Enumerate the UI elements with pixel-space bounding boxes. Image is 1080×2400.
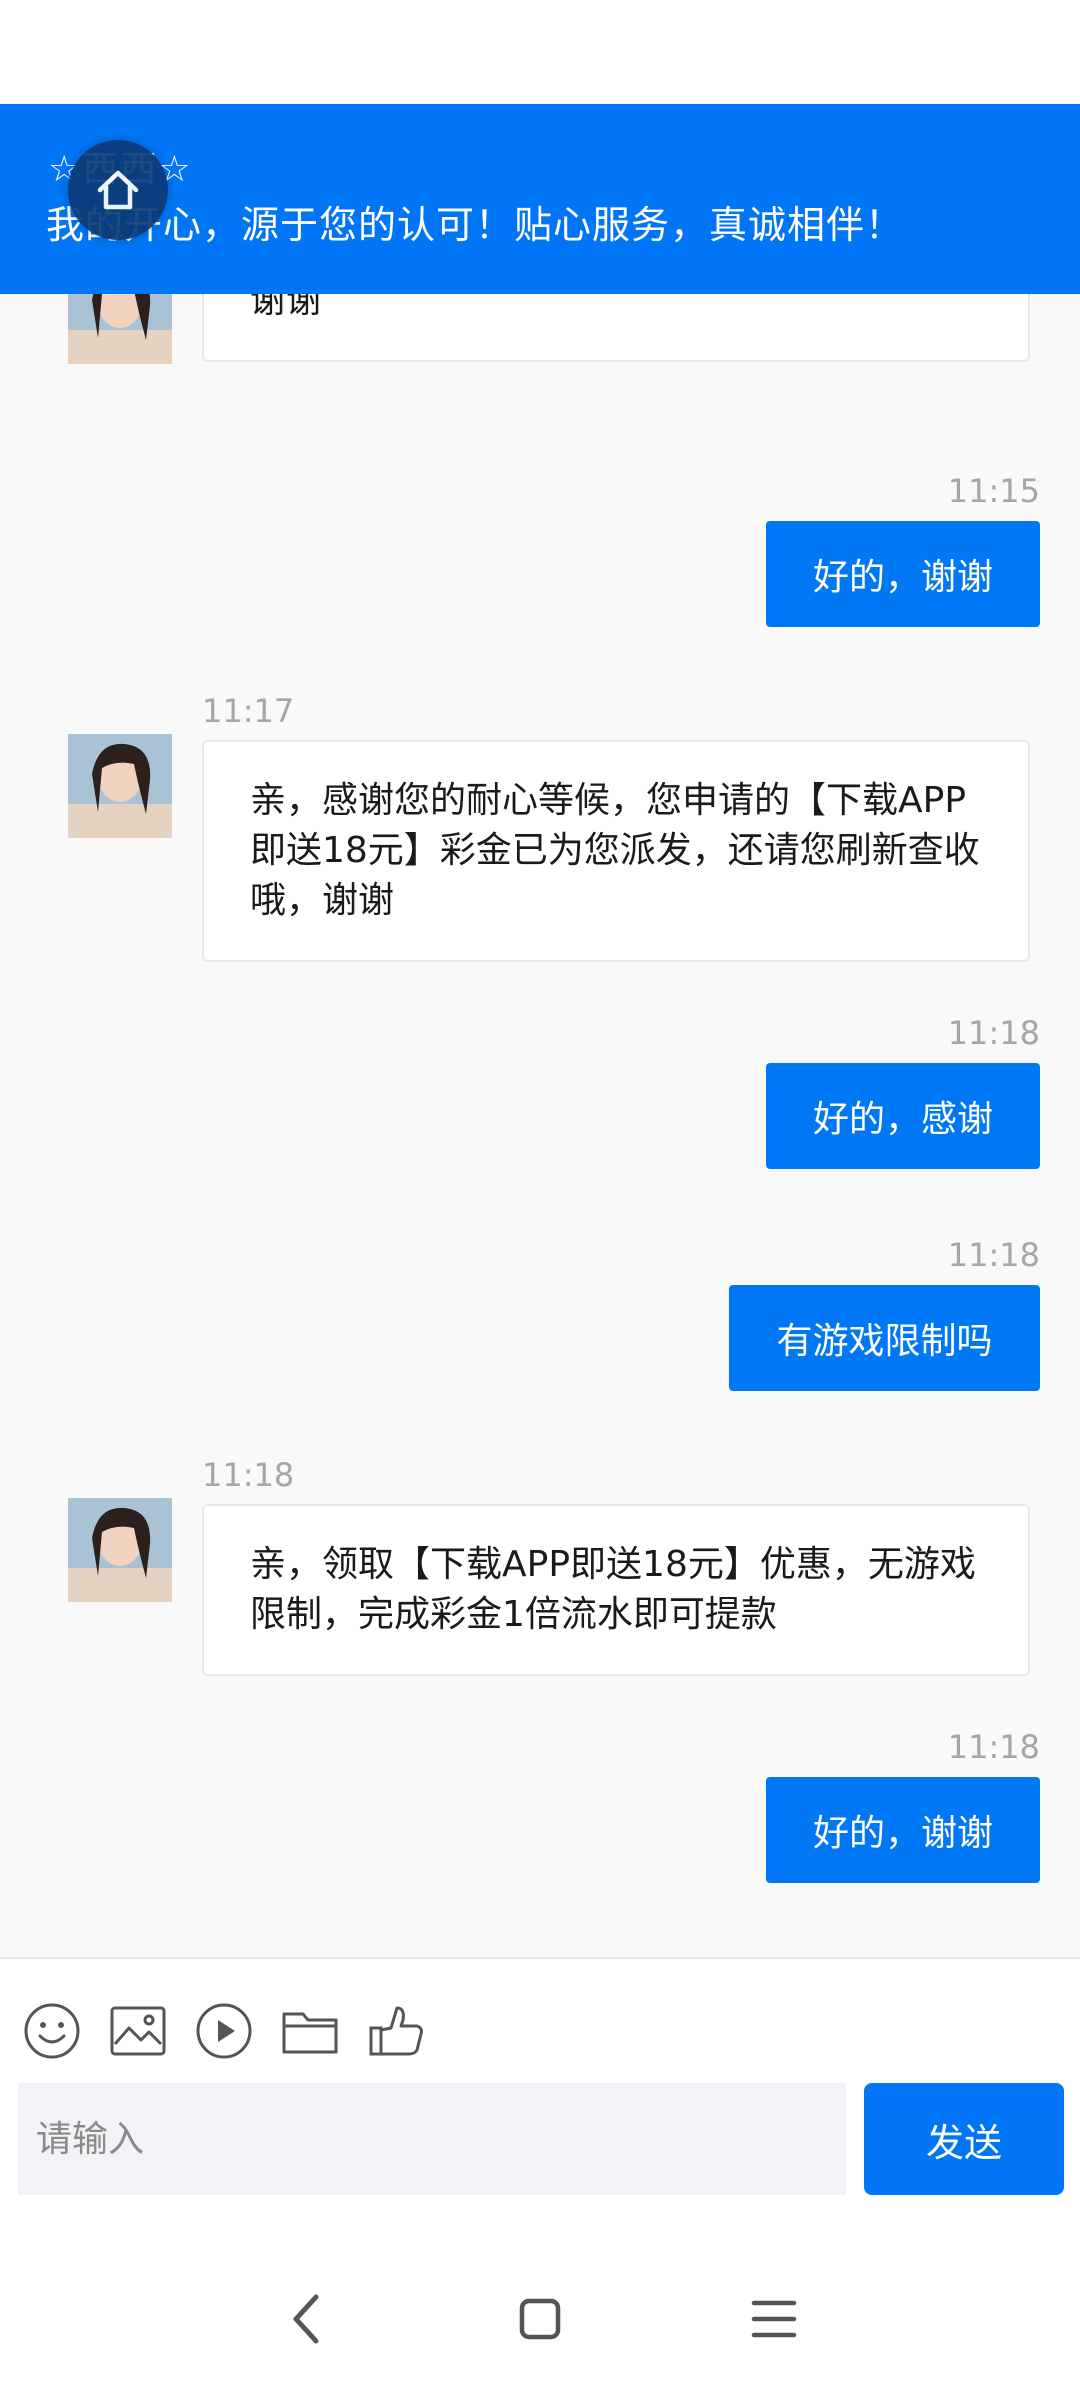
message-time: 11:18: [947, 1236, 1040, 1274]
system-navigation-bar: [0, 2239, 1080, 2400]
emoji-icon[interactable]: [22, 2001, 82, 2061]
message-list[interactable]: 好的，立即为您提交申请，还请您稍后下哦，谢谢 11:15 好的，谢谢 11:17…: [0, 250, 1080, 1957]
message-time: 11:18: [202, 1456, 295, 1494]
thumbs-up-icon[interactable]: [366, 2001, 426, 2061]
message-input[interactable]: [18, 2083, 846, 2195]
message-time: 11:18: [947, 1728, 1040, 1766]
menu-icon[interactable]: [734, 2279, 814, 2359]
input-panel: 发送: [0, 1957, 1080, 2239]
home-icon[interactable]: [500, 2279, 580, 2359]
chat-screen: 好的，立即为您提交申请，还请您稍后下哦，谢谢 11:15 好的，谢谢 11:17…: [0, 0, 1080, 2400]
message-text: 好的，谢谢: [812, 557, 993, 598]
agent-avatar: [68, 734, 172, 838]
chat-header: ☆西西☆ 我的开心，源于您的认可！贴心服务，真诚相伴！: [0, 104, 1080, 294]
image-icon[interactable]: [108, 2001, 168, 2061]
user-message-bubble: 好的，感谢: [766, 1063, 1040, 1169]
user-message-bubble: 好的，谢谢: [766, 1777, 1040, 1883]
back-icon[interactable]: [266, 2279, 346, 2359]
message-time: 11:18: [947, 1014, 1040, 1052]
message-text: 有游戏限制吗: [776, 1321, 993, 1362]
agent-avatar: [68, 1498, 172, 1602]
message-text: 好的，谢谢: [812, 1813, 993, 1854]
user-message-bubble: 好的，谢谢: [766, 521, 1040, 627]
header-slogan: 我的开心，源于您的认可！贴心服务，真诚相伴！: [46, 203, 905, 247]
agent-message-bubble: 亲，领取【下载APP即送18元】优惠，无游戏限制，完成彩金1倍流水即可提款: [202, 1504, 1030, 1676]
message-text: 亲，领取【下载APP即送18元】优惠，无游戏限制，完成彩金1倍流水即可提款: [250, 1544, 976, 1635]
house-icon: [97, 170, 139, 210]
video-icon[interactable]: [194, 2001, 254, 2061]
send-button[interactable]: 发送: [864, 2083, 1064, 2195]
message-time: 11:17: [202, 692, 295, 730]
agent-message-bubble: 亲，感谢您的耐心等候，您申请的【下载APP即送18元】彩金已为您派发，还请您刷新…: [202, 740, 1030, 962]
message-text: 亲，感谢您的耐心等候，您申请的【下载APP即送18元】彩金已为您派发，还请您刷新…: [250, 780, 980, 921]
status-bar: [0, 0, 1080, 104]
message-time: 11:15: [947, 472, 1040, 510]
folder-icon[interactable]: [280, 2001, 340, 2061]
message-text: 好的，感谢: [812, 1099, 993, 1140]
user-message-bubble: 有游戏限制吗: [729, 1285, 1040, 1391]
home-button[interactable]: [68, 140, 168, 240]
